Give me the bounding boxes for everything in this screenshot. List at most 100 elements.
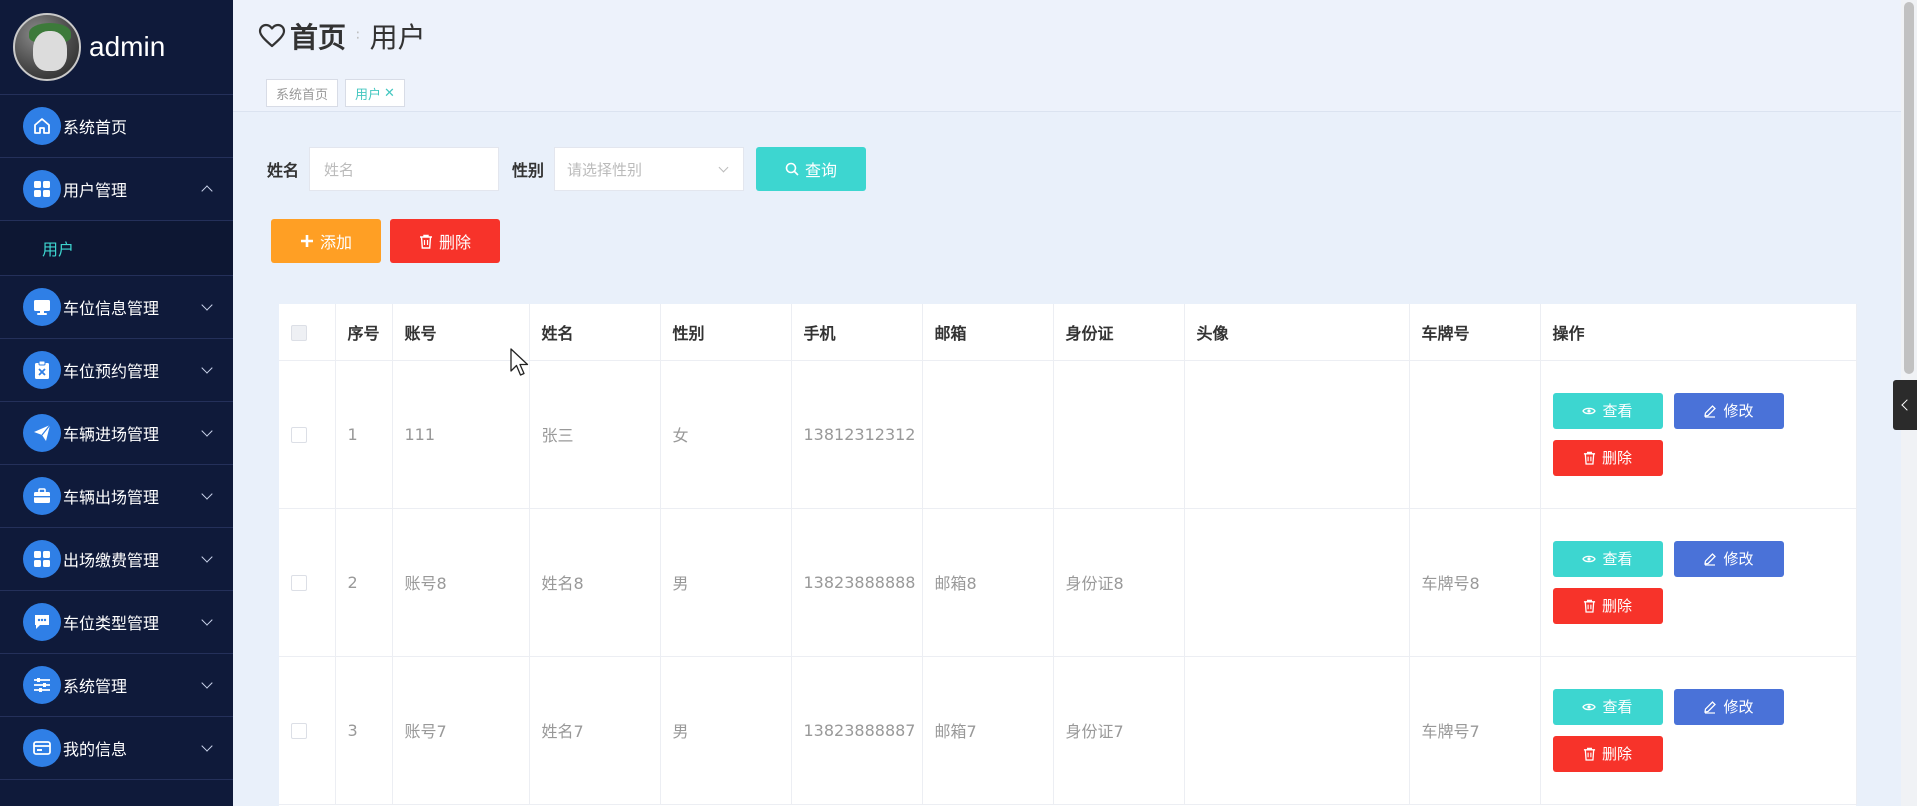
sidebar-item-exit-payment[interactable]: 出场缴费管理 <box>0 528 233 591</box>
row-checkbox[interactable] <box>291 723 307 739</box>
cell-account: 账号7 <box>392 656 530 805</box>
cell-name: 张三 <box>529 360 661 509</box>
name-placeholder: 姓名 <box>324 160 355 179</box>
trash-icon <box>1583 599 1596 613</box>
edit-button[interactable]: 修改 <box>1673 688 1784 725</box>
view-button[interactable]: 查看 <box>1552 392 1663 429</box>
scrollbar-thumb[interactable] <box>1904 2 1914 374</box>
sidebar-item-home[interactable]: 系统首页 <box>0 95 233 158</box>
view-button[interactable]: 查看 <box>1552 688 1663 725</box>
chevron-down-icon <box>201 614 213 626</box>
close-icon[interactable]: ✕ <box>384 86 395 101</box>
gender-label: 性别 <box>512 161 545 180</box>
sidebar-item-user-management[interactable]: 用户管理 <box>0 158 233 221</box>
sidebar-item-label: 出场缴费管理 <box>63 551 160 570</box>
cell-id-card: 身份证8 <box>1053 508 1185 657</box>
sidebar-item-vehicle-entry[interactable]: 车辆进场管理 <box>0 402 233 465</box>
tag-user[interactable]: 用户 ✕ <box>345 79 405 107</box>
add-button[interactable]: 添加 <box>271 219 381 263</box>
sidebar-item-label: 用户管理 <box>63 181 128 200</box>
eye-icon <box>1582 555 1597 562</box>
name-label: 姓名 <box>267 161 300 180</box>
avatar[interactable] <box>13 13 81 81</box>
sidebar-item-label: 车位信息管理 <box>63 299 160 318</box>
column-header: 序号 <box>335 304 393 361</box>
view-button[interactable]: 查看 <box>1552 540 1663 577</box>
sidebar-item-label: 系统首页 <box>63 118 128 137</box>
delete-button[interactable]: 删除 <box>1552 439 1663 476</box>
name-input[interactable]: 姓名 <box>309 147 500 191</box>
tag-home[interactable]: 系统首页 <box>266 79 339 107</box>
sidebar-item-my-info[interactable]: 我的信息 <box>0 717 233 780</box>
cell-index: 1 <box>335 360 393 509</box>
plus-icon <box>300 235 313 247</box>
column-header: 姓名 <box>529 304 661 361</box>
delete-button-label: 删除 <box>1601 449 1632 467</box>
cell-email <box>922 360 1054 509</box>
sidebar-item-label: 车位类型管理 <box>63 614 160 633</box>
cell-index: 3 <box>335 656 393 805</box>
briefcase-icon <box>23 477 61 515</box>
card-icon <box>23 729 61 767</box>
sidebar-item-reservation[interactable]: 车位预约管理 <box>0 339 233 402</box>
grid-icon <box>23 170 61 208</box>
cell-avatar <box>1184 360 1410 509</box>
cell-gender: 男 <box>660 656 792 805</box>
sidebar-item-label: 系统管理 <box>63 677 128 696</box>
column-header: 车牌号 <box>1409 304 1541 361</box>
delete-button[interactable]: 删除 <box>1552 587 1663 624</box>
edit-icon <box>1704 552 1717 566</box>
mouse-cursor-icon <box>510 348 529 376</box>
send-icon <box>23 414 61 452</box>
view-button-label: 查看 <box>1602 402 1633 420</box>
chat-icon <box>23 603 61 641</box>
cell-phone: 13823888887 <box>791 656 923 805</box>
row-select-cell <box>279 656 336 805</box>
column-header: 账号 <box>392 304 530 361</box>
sliders-icon <box>23 666 61 704</box>
grid-icon <box>23 540 61 578</box>
sidebar-item-parking-info[interactable]: 车位信息管理 <box>0 276 233 339</box>
edit-button[interactable]: 修改 <box>1673 540 1784 577</box>
clipboard-icon <box>23 351 61 389</box>
sidebar-item-label: 车辆出场管理 <box>63 488 160 507</box>
chevron-left-icon <box>1901 399 1913 411</box>
view-button-label: 查看 <box>1602 550 1633 568</box>
cell-actions: 查看 修改 删除 <box>1540 656 1857 805</box>
row-checkbox[interactable] <box>291 575 307 591</box>
username: admin <box>89 31 166 62</box>
search-icon <box>785 162 799 176</box>
select-all-checkbox[interactable] <box>291 324 307 341</box>
chevron-down-icon <box>201 299 213 311</box>
cell-gender: 女 <box>660 360 792 509</box>
user-profile: admin <box>0 0 233 95</box>
bulk-delete-label: 删除 <box>438 233 471 252</box>
chevron-down-icon <box>201 551 213 563</box>
cell-plate <box>1409 360 1541 509</box>
delete-button[interactable]: 删除 <box>1552 735 1663 772</box>
sidebar-item-vehicle-exit[interactable]: 车辆出场管理 <box>0 465 233 528</box>
breadcrumb-home[interactable]: 首页 <box>290 16 346 56</box>
cell-name: 姓名8 <box>529 508 661 657</box>
edit-button[interactable]: 修改 <box>1673 392 1784 429</box>
gender-select[interactable]: 请选择性别 <box>554 147 745 191</box>
bulk-delete-button[interactable]: 删除 <box>390 219 500 263</box>
gender-placeholder: 请选择性别 <box>567 160 643 179</box>
column-header: 身份证 <box>1053 304 1185 361</box>
table-row: 1 111 张三 女 13812312312 查看 修改 删除 <box>279 360 1857 509</box>
sidebar-item-system[interactable]: 系统管理 <box>0 654 233 717</box>
cell-phone: 13823888888 <box>791 508 923 657</box>
sidebar-subitem-user[interactable]: 用户 <box>0 221 233 276</box>
query-button[interactable]: 查询 <box>756 147 867 191</box>
collapse-panel-button[interactable] <box>1893 380 1917 430</box>
edit-button-label: 修改 <box>1723 550 1754 568</box>
row-checkbox[interactable] <box>291 427 307 443</box>
user-table: 序号 账号 姓名 性别 手机 邮箱 身份证 头像 车牌号 操作 1 111 张三… <box>279 304 1857 806</box>
cell-name: 姓名7 <box>529 656 661 805</box>
row-select-cell <box>279 360 336 509</box>
action-bar: 添加 删除 <box>271 219 500 263</box>
sidebar-item-parking-type[interactable]: 车位类型管理 <box>0 591 233 654</box>
table-row: 2 账号8 姓名8 男 13823888888 邮箱8 身份证8 车牌号8 查看 <box>279 508 1857 657</box>
add-button-label: 添加 <box>319 233 352 252</box>
cell-index: 2 <box>335 508 393 657</box>
